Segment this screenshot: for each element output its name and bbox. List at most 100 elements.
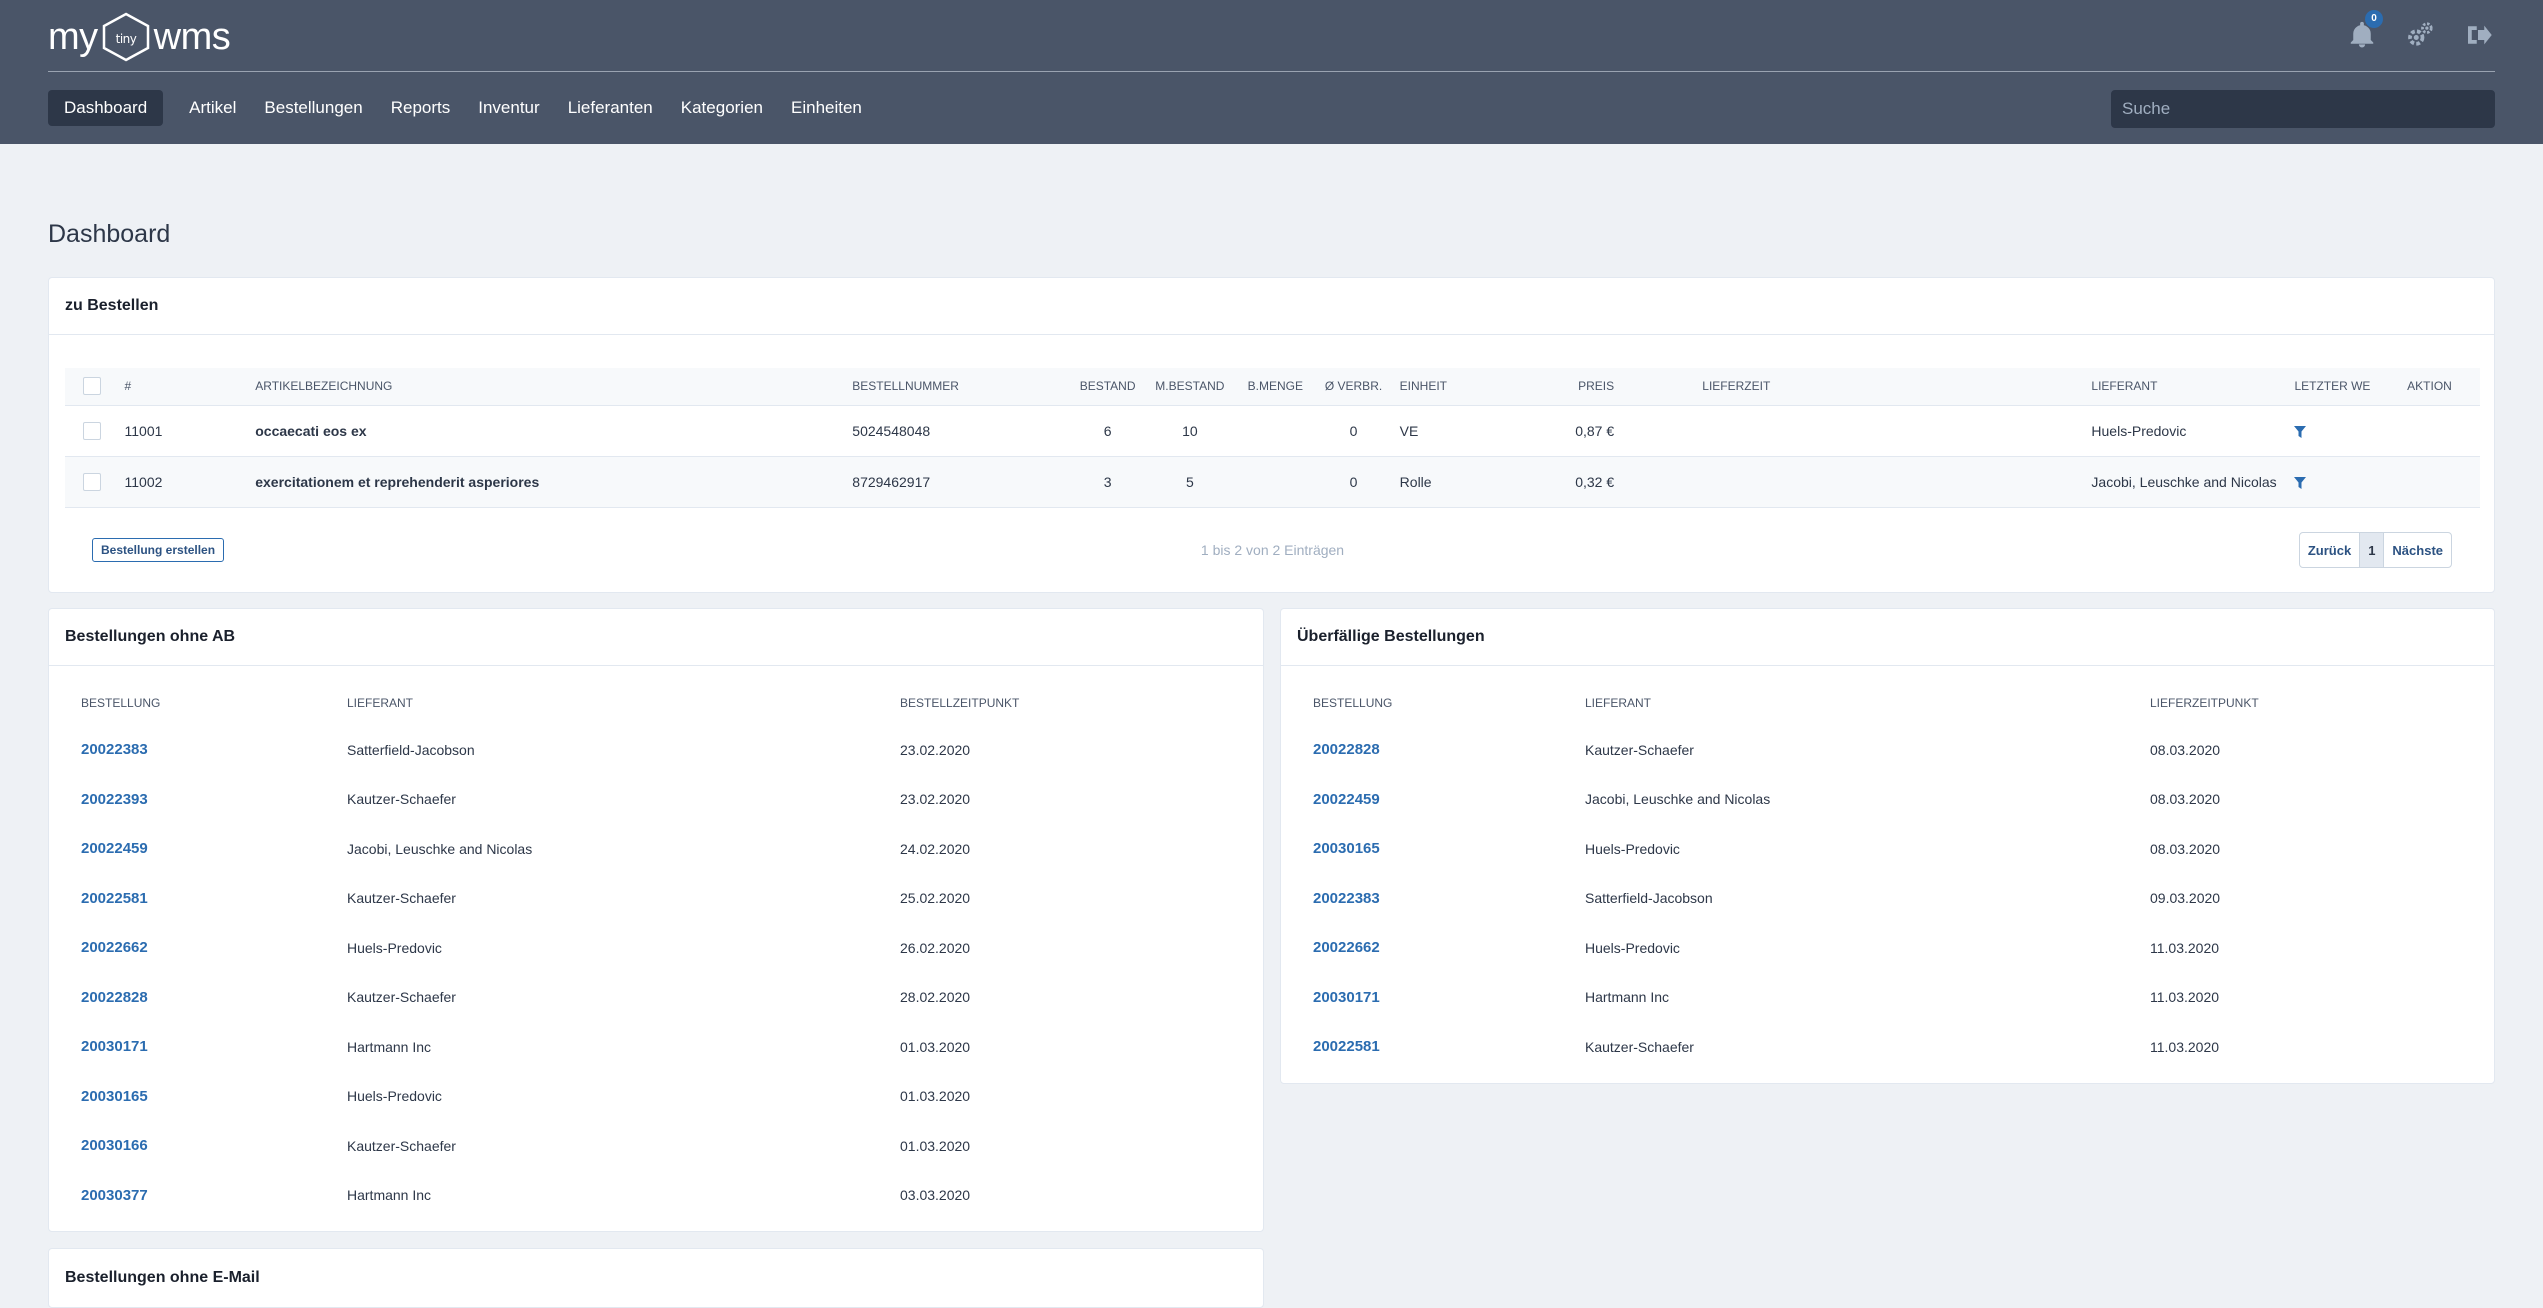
column-header[interactable]: Letzter WE [2288, 368, 2380, 406]
table-row: 20022383 Satterfield-Jacobson 09.03.2020 [1297, 874, 2434, 924]
supplier: Kautzer-Schaefer [1585, 1038, 1694, 1055]
order-number-link[interactable]: 20022393 [65, 775, 331, 825]
column-header[interactable]: B.Menge [1237, 368, 1314, 406]
order-number-link[interactable]: 20030171 [1297, 973, 1569, 1023]
nav-item-lieferanten[interactable]: Lieferanten [556, 90, 665, 126]
notification-count-badge: 0 [2365, 10, 2383, 28]
supplier: Kautzer-Schaefer [347, 890, 456, 907]
to-order-table-header: # Artikelbezeichnung Bestellnummer Besta… [65, 368, 2480, 406]
nav-item-inventur[interactable]: Inventur [466, 90, 551, 126]
order-number-link[interactable]: 20022828 [65, 973, 331, 1023]
to-order-table-footer: Bestellung erstellen 1 bis 2 von 2 Eintr… [65, 526, 2480, 568]
order-number-link[interactable]: 20022828 [1297, 725, 1569, 775]
column-header[interactable]: Bestellung [1297, 681, 1569, 725]
order-number-link[interactable]: 20022662 [1297, 923, 1569, 973]
order-number-link[interactable]: 20030165 [1297, 824, 1569, 874]
settings-gears-icon[interactable] [2405, 20, 2437, 52]
lead-time [1696, 456, 2086, 508]
table-row: 20022393 Kautzer-Schaefer 23.02.2020 [65, 775, 1184, 825]
search-input[interactable] [2111, 90, 2495, 128]
column-header[interactable]: Artikelbezeichnung [249, 368, 847, 406]
header-actions: 0 [2347, 10, 2495, 52]
table-row: 20022828 Kautzer-Schaefer 08.03.2020 [1297, 725, 2434, 775]
order-number-link[interactable]: 20022383 [65, 725, 331, 775]
to-order-card: zu Bestellen # Artikelbezeichnung Bestel… [48, 277, 2495, 593]
order-number-link[interactable]: 20022581 [1297, 1022, 1569, 1072]
nav-item-bestellungen[interactable]: Bestellungen [252, 90, 374, 126]
overdue-orders-card: Überfällige Bestellungen Bestellung Lief… [1280, 608, 2495, 1084]
column-header[interactable]: Bestand [1072, 368, 1143, 406]
order-number-link[interactable]: 20022459 [65, 824, 331, 874]
table-row: 20022459 Jacobi, Leuschke and Nicolas 08.0… [1297, 775, 2434, 825]
column-header[interactable]: Bestellnummer [846, 368, 1073, 406]
nav-item-kategorien[interactable]: Kategorien [669, 90, 775, 126]
column-header[interactable]: Lieferant [2085, 368, 2289, 406]
order-number-link[interactable]: 20022662 [65, 923, 331, 973]
column-header[interactable]: Lieferzeit [1696, 368, 2086, 406]
row-checkbox[interactable] [65, 456, 119, 508]
date: 11.03.2020 [2150, 1038, 2220, 1055]
date: 28.02.2020 [900, 989, 971, 1006]
logo-hexagon-icon: tiny [100, 12, 152, 62]
orders-without-ab-card: Bestellungen ohne AB Bestellung Lieferan… [48, 608, 1264, 1232]
last-goods-receipt [2379, 405, 2480, 457]
date: 26.02.2020 [900, 939, 971, 956]
column-header[interactable]: Ø Verbr. [1313, 368, 1394, 406]
order-number-link[interactable]: 20030166 [65, 1121, 331, 1171]
column-spacer [1620, 368, 1697, 406]
order-number-link[interactable]: 20030377 [65, 1171, 331, 1221]
table-row: 20022581 Kautzer-Schaefer 11.03.2020 [1297, 1022, 2434, 1072]
pagination-next-button[interactable]: Nächste [2384, 533, 2451, 567]
column-header[interactable]: Preis [1537, 368, 1621, 406]
nav-item-artikel[interactable]: Artikel [177, 90, 248, 126]
filter-icon[interactable] [2288, 405, 2380, 457]
overdue-orders-table: Bestellung Lieferant Lieferzeitpunkt 200… [1297, 681, 2434, 1072]
notifications-bell-icon[interactable]: 0 [2347, 10, 2383, 52]
order-number-link[interactable]: 20030165 [65, 1072, 331, 1122]
top-bar: my tiny wms 0 [48, 0, 2495, 72]
main-nav: Dashboard Artikel Bestellungen Reports I… [48, 90, 874, 126]
table-row: 20030166 Kautzer-Schaefer 01.03.2020 [65, 1121, 1184, 1171]
item-name-link[interactable]: occaecati eos ex [249, 405, 847, 457]
logo[interactable]: my tiny wms [48, 12, 231, 62]
order-number-link[interactable]: 20022459 [1297, 775, 1569, 825]
table-row: 20030165 Huels-Predovic 08.03.2020 [1297, 824, 2434, 874]
date: 11.03.2020 [2150, 939, 2220, 956]
column-header[interactable]: # [118, 368, 250, 406]
column-header[interactable]: Einheit [1393, 368, 1538, 406]
date: 23.02.2020 [900, 741, 971, 758]
item-id: 11002 [118, 456, 250, 508]
create-order-button[interactable]: Bestellung erstellen [92, 538, 225, 562]
order-number-link[interactable]: 20022383 [1297, 874, 1569, 924]
row-checkbox[interactable] [65, 405, 119, 457]
item-name-link[interactable]: exercitationem et reprehenderit asperior… [249, 456, 847, 508]
column-header[interactable]: M.Bestand [1142, 368, 1238, 406]
supplier: Huels-Predovic [1585, 840, 1680, 857]
logout-icon[interactable] [2463, 20, 2495, 52]
filter-icon[interactable] [2288, 456, 2380, 508]
nav-item-reports[interactable]: Reports [379, 90, 463, 126]
table-row: 20022459 Jacobi, Leuschke and Nicolas 24.0… [65, 824, 1184, 874]
pagination-page-1[interactable]: 1 [2360, 533, 2385, 567]
column-header[interactable]: Bestellung [65, 681, 331, 725]
column-header[interactable]: Bestellzeitpunkt [884, 681, 1184, 725]
order-number: 8729462917 [846, 456, 1073, 508]
column-header[interactable]: Lieferzeitpunkt [2134, 681, 2434, 725]
column-header[interactable]: Lieferant [331, 681, 884, 725]
supplier: Huels-Predovic [347, 939, 442, 956]
order-number-link[interactable]: 20022581 [65, 874, 331, 924]
nav-item-dashboard[interactable]: Dashboard [48, 90, 164, 126]
supplier: Hartmann Inc [347, 1038, 432, 1055]
app-header: my tiny wms 0 Dashboard Artikel Bestellu… [0, 0, 2543, 144]
order-number-link[interactable]: 20030171 [65, 1022, 331, 1072]
price: 0,87 € [1537, 405, 1621, 457]
supplier: Huels-Predovic [2085, 405, 2289, 457]
date: 03.03.2020 [900, 1187, 971, 1204]
nav-item-einheiten[interactable]: Einheiten [779, 90, 874, 126]
table-row: 11002 exercitationem et reprehenderit as… [65, 456, 2480, 508]
column-header[interactable]: Lieferant [1569, 681, 2134, 725]
supplier: Hartmann Inc [347, 1187, 432, 1204]
pagination-prev-button[interactable]: Zurück [2300, 533, 2361, 567]
select-all-checkbox[interactable] [65, 368, 119, 406]
table-row: 20030377 Hartmann Inc 03.03.2020 [65, 1171, 1184, 1221]
